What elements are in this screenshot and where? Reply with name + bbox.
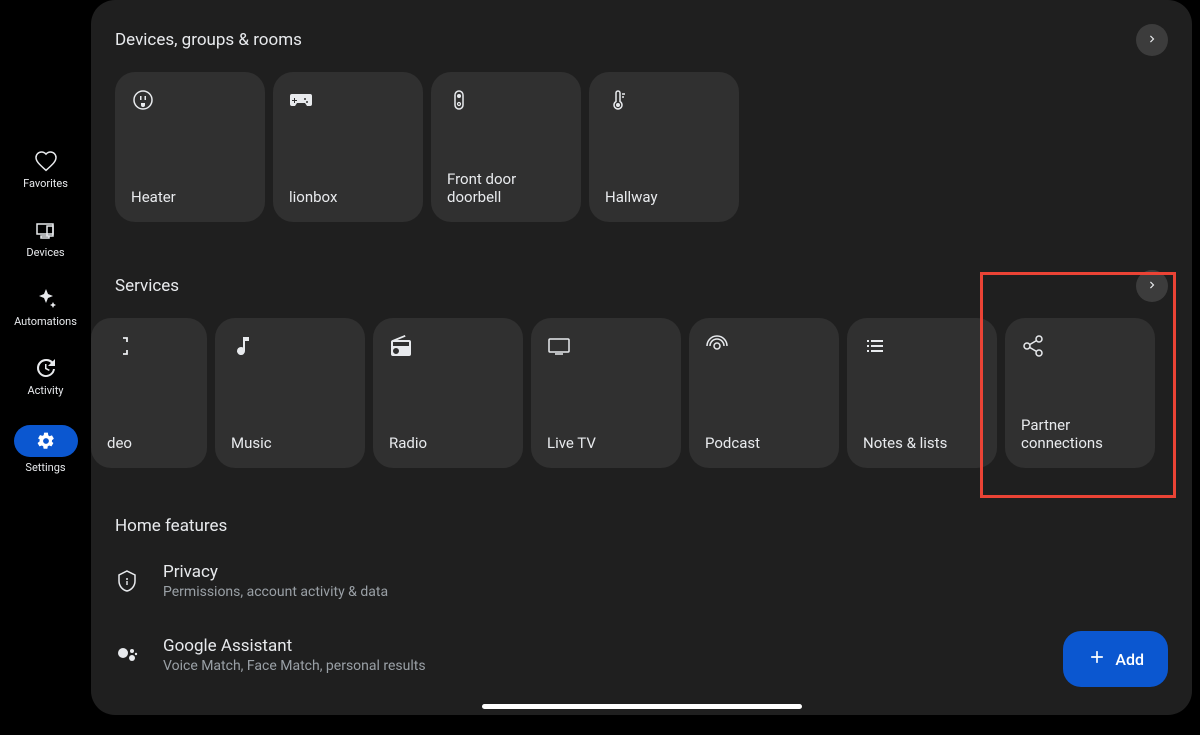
nav-label: Activity xyxy=(27,384,63,397)
feature-sub: Voice Match, Face Match, personal result… xyxy=(163,658,426,674)
devices-more-button[interactable] xyxy=(1136,24,1168,56)
video-bracket-icon xyxy=(107,334,131,358)
radio-icon xyxy=(389,334,413,358)
fab-label: Add xyxy=(1115,650,1144,669)
feature-title: Privacy xyxy=(163,562,388,582)
card-label: lionbox xyxy=(289,188,407,206)
card-label: deo xyxy=(107,434,191,452)
history-icon xyxy=(33,356,57,380)
nav-devices[interactable]: Devices xyxy=(22,214,68,263)
podcast-icon xyxy=(705,334,729,358)
gear-icon xyxy=(14,425,78,457)
service-card-notes-lists[interactable]: Notes & lists xyxy=(847,318,997,468)
sidebar: Favorites Devices Automations Activity S… xyxy=(0,0,91,735)
nav-settings[interactable]: Settings xyxy=(10,421,82,478)
home-indicator xyxy=(482,704,802,709)
device-card-lionbox[interactable]: lionbox xyxy=(273,72,423,222)
list-icon xyxy=(863,334,887,358)
nav-label: Favorites xyxy=(23,177,68,190)
service-partner-connections[interactable]: Partner connections xyxy=(1005,318,1155,468)
outlet-icon xyxy=(131,88,155,112)
service-card-radio[interactable]: Radio xyxy=(373,318,523,468)
card-label: Front door doorbell xyxy=(447,170,565,206)
section-title: Home features xyxy=(115,516,1168,536)
thermostat-icon xyxy=(605,88,629,112)
nav-label: Devices xyxy=(26,246,64,259)
service-card-live-tv[interactable]: Live TV xyxy=(531,318,681,468)
feature-sub: Permissions, account activity & data xyxy=(163,584,388,600)
feature-title: Google Assistant xyxy=(163,636,426,656)
devices-card-row: Heater lionbox Front door doorbell Hallw… xyxy=(115,72,1168,222)
card-label: Live TV xyxy=(547,434,665,452)
card-label: Partner connections xyxy=(1021,416,1139,452)
assistant-icon xyxy=(115,643,139,667)
card-label: Radio xyxy=(389,434,507,452)
feature-google-assistant[interactable]: Google Assistant Voice Match, Face Match… xyxy=(115,618,1168,692)
main-content: Devices, groups & rooms Heater lionbox xyxy=(91,0,1192,715)
feature-privacy[interactable]: Privacy Permissions, account activity & … xyxy=(115,544,1168,618)
plus-icon xyxy=(1087,647,1107,671)
tv-icon xyxy=(547,334,571,358)
shield-icon xyxy=(115,569,139,593)
heart-icon xyxy=(34,149,58,173)
device-card-hallway[interactable]: Hallway xyxy=(589,72,739,222)
service-card-video[interactable]: deo xyxy=(91,318,207,468)
add-button[interactable]: Add xyxy=(1063,631,1168,687)
nav-label: Automations xyxy=(14,315,77,328)
card-label: Music xyxy=(231,434,349,452)
sparkle-icon xyxy=(34,287,58,311)
nav-automations[interactable]: Automations xyxy=(10,283,81,332)
card-label: Notes & lists xyxy=(863,434,981,452)
card-label: Podcast xyxy=(705,434,823,452)
nav-activity[interactable]: Activity xyxy=(23,352,67,401)
services-more-button[interactable] xyxy=(1136,270,1168,302)
services-card-row: deo Music Radio xyxy=(91,318,1168,468)
services-section-header: Services xyxy=(115,270,1168,302)
chevron-right-icon xyxy=(1145,277,1159,296)
section-title: Devices, groups & rooms xyxy=(115,30,302,50)
section-title: Services xyxy=(115,276,179,296)
service-card-podcast[interactable]: Podcast xyxy=(689,318,839,468)
device-card-front-door-doorbell[interactable]: Front door doorbell xyxy=(431,72,581,222)
devices-icon xyxy=(33,218,57,242)
doorbell-icon xyxy=(447,88,471,112)
device-card-heater[interactable]: Heater xyxy=(115,72,265,222)
music-note-icon xyxy=(231,334,255,358)
card-label: Heater xyxy=(131,188,249,206)
service-card-music[interactable]: Music xyxy=(215,318,365,468)
gamepad-icon xyxy=(289,88,313,112)
card-label: Hallway xyxy=(605,188,723,206)
nav-label: Settings xyxy=(25,461,65,474)
devices-section-header: Devices, groups & rooms xyxy=(115,24,1168,56)
share-icon xyxy=(1021,334,1045,358)
nav-favorites[interactable]: Favorites xyxy=(19,145,72,194)
chevron-right-icon xyxy=(1145,31,1159,50)
